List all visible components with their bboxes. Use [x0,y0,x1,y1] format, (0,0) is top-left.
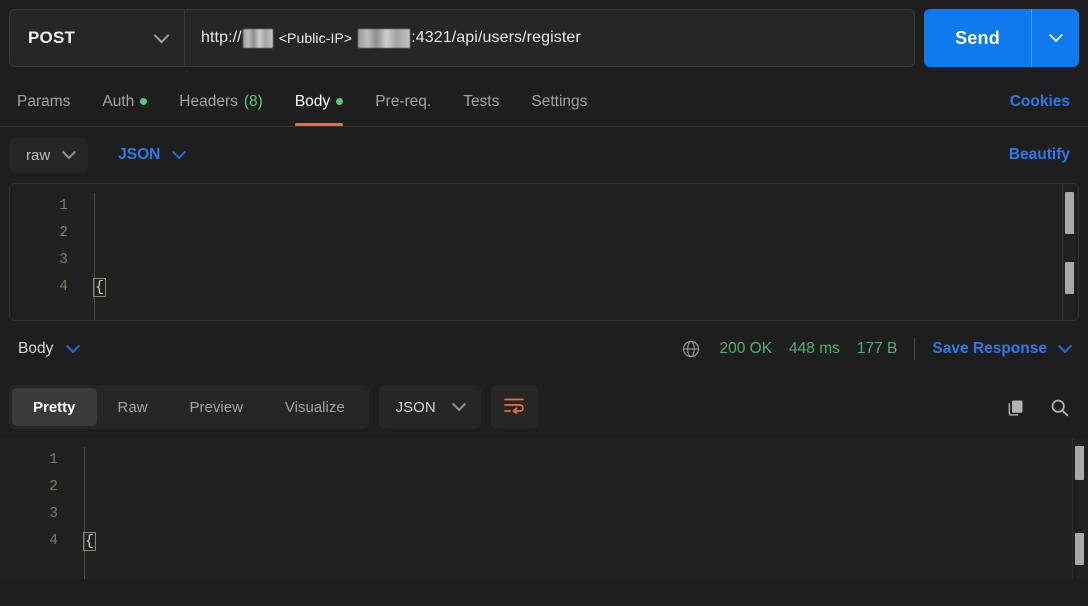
beautify-button[interactable]: Beautify [1000,146,1079,164]
response-actions [1004,396,1079,418]
body-language-label: JSON [118,146,161,163]
request-body-editor[interactable]: 1 2 3 4 { ····"username": "user1", ····"… [9,183,1079,321]
divider [914,337,916,360]
tab-visualize[interactable]: Visualize [264,388,366,426]
tab-label: Params [17,92,71,110]
save-response-button[interactable]: Save Response [932,338,1073,358]
tab-preview[interactable]: Preview [169,388,264,426]
scrollbar-thumb[interactable] [1065,262,1074,294]
url-host-redacted: <Public-IP> [242,28,411,48]
tab-tests[interactable]: Tests [447,77,515,126]
response-time: 448 ms [789,339,840,357]
body-toolbar: raw JSON Beautify [0,127,1088,183]
tab-label: Settings [531,92,588,110]
line-number: 2 [49,479,58,495]
chevron-down-icon [1057,338,1073,353]
headers-count-badge: (8) [243,92,263,110]
chevron-down-icon [172,145,187,160]
method-url-group: POST http:// <Public-IP> :4321/api/users/r… [9,9,915,67]
request-body-code[interactable]: { ····"username": "user1", ····"password… [84,184,1078,320]
request-url-bar: POST http:// <Public-IP> :4321/api/users/r… [0,0,1088,77]
search-icon[interactable] [1048,396,1070,418]
public-ip-placeholder: <Public-IP> [278,30,353,46]
save-response-label: Save Response [932,339,1047,357]
line-number: 4 [59,279,68,295]
line-number: 4 [49,533,58,549]
chevron-down-icon [66,338,81,353]
code-line: { [74,528,1088,555]
response-format-label: JSON [395,398,436,416]
body-mode-selector[interactable]: raw [9,137,89,173]
scrollbar-thumb[interactable] [1065,192,1074,234]
url-scheme: http:// [201,29,242,46]
copy-icon[interactable] [1004,396,1026,418]
request-line-number-gutter: 1 2 3 4 [10,184,84,320]
redaction-block [242,28,273,48]
response-view-segment: Pretty Raw Preview Visualize [9,385,369,429]
request-tab-list: Params Auth Headers (8) Body Pre-req. Te… [9,77,994,126]
line-number: 1 [59,198,68,214]
response-body-code[interactable]: { "message": "User registered successful… [74,438,1088,579]
chevron-down-icon [451,397,466,412]
scrollbar-thumb[interactable] [1075,446,1084,480]
status-dot-icon [140,98,148,105]
response-body-label: Body [18,339,54,357]
tab-label: Headers [179,92,238,110]
request-editor-scrollbar[interactable] [1062,184,1078,320]
url-path: :4321/api/users/register [411,29,581,46]
send-button[interactable]: Send [924,9,1079,67]
status-dot-icon [336,98,344,105]
chevron-down-icon [62,145,77,160]
line-number: 3 [49,506,58,522]
chevron-down-icon [1048,28,1063,43]
response-body-viewer[interactable]: 1 2 3 4 { "message": "User registered su… [0,438,1088,579]
body-language-selector[interactable]: JSON [106,137,196,173]
tab-settings[interactable]: Settings [515,77,603,126]
response-status: 200 OK [719,339,773,357]
tab-prerequest[interactable]: Pre-req. [359,77,447,126]
response-stats: 200 OK 448 ms 177 B Save Response [680,337,1079,360]
tab-label: Body [294,92,331,110]
line-number: 1 [49,452,58,468]
response-size: 177 B [856,339,898,357]
json-open-brace: { [93,278,107,297]
response-editor-scrollbar[interactable] [1072,438,1088,579]
response-line-number-gutter: 1 2 3 4 [0,438,74,579]
cookies-link[interactable]: Cookies [994,77,1079,126]
api-client-window: POST http:// <Public-IP> :4321/api/users/r… [0,0,1088,606]
tab-headers[interactable]: Headers (8) [163,77,279,126]
redaction-block [358,28,411,48]
tab-params[interactable]: Params [9,77,86,126]
indent-guide [84,447,85,579]
http-method-label: POST [28,28,76,47]
tab-body[interactable]: Body [279,77,359,126]
chevron-down-icon [153,27,170,43]
tab-label: Pre-req. [375,92,432,110]
code-line: { [84,274,1078,301]
send-button-label: Send [955,27,1000,48]
json-open-brace: { [83,532,97,551]
word-wrap-icon [503,396,525,418]
response-body-selector[interactable]: Body [9,338,81,358]
response-view-toolbar: Pretty Raw Preview Visualize JSON [0,376,1088,438]
word-wrap-button[interactable] [490,385,538,429]
line-number: 2 [59,225,68,241]
tab-label: Auth [102,92,135,110]
http-method-selector[interactable]: POST [10,10,185,66]
response-meta-bar: Body 200 OK 448 ms 177 B Save Response [0,321,1088,376]
scrollbar-thumb[interactable] [1075,533,1084,565]
line-number: 3 [59,252,68,268]
globe-icon [680,338,702,360]
body-mode-label: raw [26,146,51,164]
url-input[interactable]: http:// <Public-IP> :4321/api/users/regist… [185,10,914,66]
tab-auth[interactable]: Auth [86,77,163,126]
request-tab-bar: Params Auth Headers (8) Body Pre-req. Te… [0,77,1088,127]
tab-label: Tests [463,92,500,110]
tab-raw[interactable]: Raw [97,388,169,426]
response-format-selector[interactable]: JSON [378,385,481,429]
send-options-button[interactable] [1031,9,1079,67]
tab-pretty[interactable]: Pretty [12,388,97,426]
